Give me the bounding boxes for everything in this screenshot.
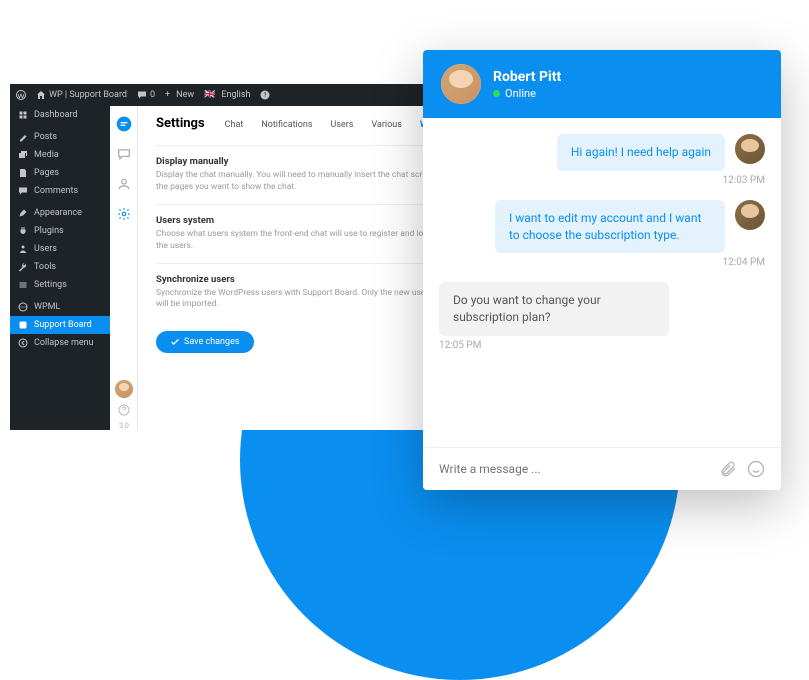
message-row: I want to edit my account and I want to … [439,200,765,254]
online-dot-icon [493,90,500,97]
sb-icon-conversations[interactable] [116,146,132,162]
menu-collapse[interactable]: Collapse menu [10,334,110,352]
message-row: Hi again! I need help again [439,134,765,171]
emoji-icon[interactable] [747,460,765,478]
menu-support-board-label: Support Board [34,320,92,330]
language-switch[interactable]: 🇬🇧English [204,90,250,100]
svg-text:?: ? [264,92,267,99]
save-button-label: Save changes [184,337,240,347]
agent-name: Robert Pitt [493,69,561,85]
wp-admin-sidebar: Dashboard Posts Media Pages Comments App… [10,106,110,430]
message-input[interactable] [439,462,709,476]
menu-tools[interactable]: Tools [10,258,110,276]
help-icon[interactable]: ? [260,90,270,100]
comments-count-text: 0 [150,90,155,100]
site-name[interactable]: WP | Support Board [36,90,127,100]
save-button[interactable]: Save changes [156,331,254,353]
menu-pages[interactable]: Pages [10,164,110,182]
menu-pages-label: Pages [34,168,59,178]
new-text: New [176,90,194,100]
agent-avatar [441,64,481,104]
menu-users-label: Users [34,244,57,254]
menu-wpml[interactable]: WPML [10,298,110,316]
page-title: Settings [156,116,205,131]
menu-plugins-label: Plugins [34,226,64,236]
user-avatar [735,200,765,230]
agent-status-text: Online [505,87,536,100]
sb-icon-users[interactable] [116,176,132,192]
setting-desc: Synchronize the WordPress users with Sup… [156,288,446,312]
tab-various[interactable]: Various [371,120,401,130]
tab-notifications[interactable]: Notifications [261,120,312,130]
menu-settings[interactable]: Settings [10,276,110,294]
setting-desc: Display the chat manually. You will need… [156,170,446,194]
chat-widget: Robert Pitt Online Hi again! I need help… [423,50,781,490]
menu-plugins[interactable]: Plugins [10,222,110,240]
menu-wpml-label: WPML [34,302,60,312]
menu-dashboard-label: Dashboard [34,110,78,120]
message-bubble: Do you want to change your subscription … [439,282,669,336]
wp-logo[interactable] [16,90,26,100]
menu-collapse-label: Collapse menu [34,338,94,348]
menu-settings-label: Settings [34,280,67,290]
version-label: 3.0 [119,422,129,430]
chat-body: Hi again! I need help again 12:03 PM I w… [423,118,781,447]
help-icon[interactable] [118,404,130,416]
message-time: 12:03 PM [439,175,765,186]
tab-users[interactable]: Users [330,120,353,130]
menu-comments-label: Comments [34,186,78,196]
new-content[interactable]: +New [165,90,194,100]
agent-status: Online [493,87,561,100]
menu-appearance-label: Appearance [34,208,82,218]
check-icon [170,337,180,347]
menu-appearance[interactable]: Appearance [10,204,110,222]
menu-comments[interactable]: Comments [10,182,110,200]
menu-tools-label: Tools [34,262,56,272]
sb-icon-settings[interactable] [116,206,132,222]
menu-media-label: Media [34,150,59,160]
user-avatar [735,134,765,164]
tab-chat[interactable]: Chat [225,120,244,130]
sb-icon-chat[interactable] [116,116,132,132]
message-bubble: Hi again! I need help again [557,134,725,171]
attachment-icon[interactable] [719,460,737,478]
comments-count[interactable]: 0 [137,90,155,100]
sub-nav-bottom: 3.0 [110,380,138,430]
menu-media[interactable]: Media [10,146,110,164]
lang-text: English [221,90,250,100]
message-time: 12:05 PM [439,340,765,351]
menu-posts[interactable]: Posts [10,128,110,146]
menu-users[interactable]: Users [10,240,110,258]
setting-desc: Choose what users system the front-end c… [156,229,446,253]
site-name-text: WP | Support Board [49,90,127,100]
message-time: 12:04 PM [439,257,765,268]
menu-posts-label: Posts [34,132,57,142]
current-user-avatar[interactable] [115,380,133,398]
chat-input-bar [423,447,781,490]
menu-support-board[interactable]: Support Board [10,316,110,334]
message-bubble: I want to edit my account and I want to … [495,200,725,254]
message-row: Do you want to change your subscription … [439,282,765,336]
chat-header: Robert Pitt Online [423,50,781,118]
menu-dashboard[interactable]: Dashboard [10,106,110,124]
